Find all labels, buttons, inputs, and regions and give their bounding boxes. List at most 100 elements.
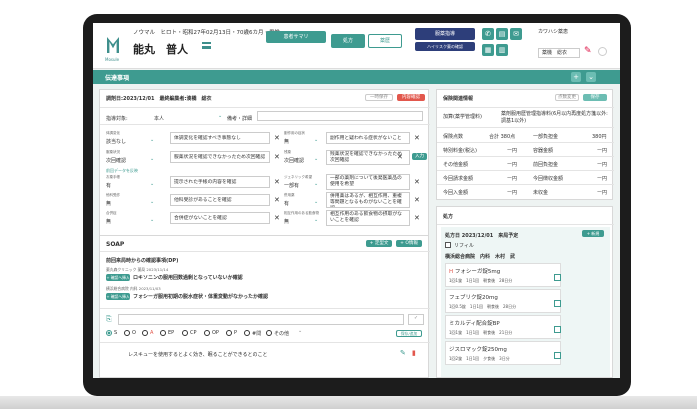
- chevron-down-icon[interactable]: ⌄: [314, 199, 318, 205]
- phone-icon[interactable]: ✆: [482, 28, 494, 40]
- close-icon[interactable]: ✕: [414, 197, 420, 204]
- close-icon[interactable]: ✕: [274, 179, 280, 186]
- close-icon[interactable]: ✕: [274, 154, 280, 161]
- logo-icon: [107, 37, 119, 53]
- document-icon[interactable]: ▦: [482, 44, 494, 56]
- close-icon[interactable]: ✕: [414, 179, 420, 186]
- drug-item[interactable]: ジスロマック錠250mg 1回2錠 1日1回 夕食後 3日分: [445, 341, 561, 365]
- input-button[interactable]: 入力: [412, 153, 427, 160]
- new-button[interactable]: + 新規: [582, 230, 604, 237]
- radio-o[interactable]: [124, 330, 130, 336]
- soap-input[interactable]: [118, 314, 404, 325]
- chevron-down-icon[interactable]: ⌄: [150, 199, 154, 205]
- close-icon[interactable]: ✕: [414, 215, 420, 222]
- food-interaction-text[interactable]: 相互作用のある飲食物の摂取がないことを確認: [326, 210, 410, 226]
- drug-item[interactable]: H フォシーガ錠5mg 1回1錠 1日1回 朝食後 28日分: [445, 263, 561, 287]
- drug-item[interactable]: フェブリク錠20mg 1回0.5錠 1日1回 朝食後 28日分: [445, 289, 561, 313]
- delete-icon[interactable]: ▮: [412, 349, 416, 357]
- adherence-text[interactable]: 服薬状況を確認できなかったため次回確認: [170, 151, 270, 163]
- change-points-button[interactable]: 点数変更: [555, 94, 579, 101]
- refill-label: リフィル: [454, 243, 474, 249]
- add-notice-button[interactable]: +: [571, 72, 581, 82]
- tab-prescription[interactable]: 処方: [331, 34, 365, 48]
- pin-icon[interactable]: ✎: [584, 46, 592, 56]
- radio-other[interactable]: [266, 330, 272, 336]
- prev-data-link[interactable]: 前回データを反映: [106, 168, 138, 174]
- close-icon[interactable]: ✕: [397, 154, 403, 161]
- user-avatar[interactable]: [598, 47, 607, 56]
- chevron-down-icon[interactable]: ⌄: [314, 156, 318, 162]
- record-confirm-button[interactable]: 内容確認: [397, 94, 425, 101]
- notice-title: 伝達事項: [105, 75, 130, 82]
- adherence-select[interactable]: 次回確認: [106, 157, 126, 164]
- chevron-down-icon[interactable]: ⌄: [314, 217, 318, 223]
- chevron-down-icon[interactable]: ⌄: [586, 72, 596, 82]
- register-button[interactable]: 保存/追加: [396, 330, 422, 337]
- staff-select[interactable]: 薬機 総衣: [538, 48, 580, 58]
- close-icon[interactable]: ✕: [274, 215, 280, 222]
- calendar-icon[interactable]: [554, 300, 561, 307]
- close-icon[interactable]: ✕: [274, 197, 280, 204]
- calendar-icon[interactable]: [554, 326, 561, 333]
- radio-ep[interactable]: [160, 330, 166, 336]
- note-icon[interactable]: ⎘: [106, 315, 112, 324]
- guidance-button[interactable]: 服薬指導: [415, 28, 475, 40]
- chevron-down-icon[interactable]: ⌄: [314, 181, 318, 187]
- chevron-down-icon[interactable]: ⌄: [298, 328, 302, 334]
- temp-save-button[interactable]: 一時保存: [365, 94, 393, 101]
- leftover-select[interactable]: 次回確認: [284, 157, 304, 164]
- insert-button[interactable]: + 確認へ挿入: [106, 293, 130, 300]
- complication-select[interactable]: 無: [106, 218, 111, 225]
- insert-button[interactable]: + 確認へ挿入: [106, 274, 130, 281]
- print-icon[interactable]: ▤: [496, 28, 508, 40]
- o-info-button[interactable]: + O情報: [396, 240, 422, 247]
- container-fee-value: ー円: [597, 148, 608, 154]
- refill-checkbox[interactable]: [445, 242, 451, 248]
- radio-a[interactable]: [142, 330, 148, 336]
- condition-select[interactable]: 該当なし: [106, 138, 126, 145]
- complication-text[interactable]: 合併症がないことを確認: [170, 212, 270, 224]
- chevron-down-icon[interactable]: ⌄: [150, 137, 154, 143]
- side-effect-select[interactable]: 無: [284, 138, 289, 145]
- chevron-down-icon[interactable]: ⌄: [218, 113, 222, 119]
- chevron-down-icon[interactable]: ⌄: [150, 156, 154, 162]
- save-button[interactable]: 保存: [583, 94, 607, 101]
- chevron-down-icon[interactable]: ⌄: [150, 217, 154, 223]
- condition-text[interactable]: 体調変化を確認すべき事態なし: [170, 132, 270, 144]
- chevron-down-icon[interactable]: ⌄: [314, 137, 318, 143]
- tab-history[interactable]: 薬歴: [368, 34, 402, 48]
- remarks-field[interactable]: [257, 111, 423, 121]
- radio-op[interactable]: [204, 330, 210, 336]
- chevron-down-icon[interactable]: ⌄: [150, 181, 154, 187]
- list-icon[interactable]: [202, 42, 211, 49]
- other-dept-select[interactable]: 無: [106, 200, 111, 207]
- side-effect-text[interactable]: 副作用と疑われる症状がないことを確認: [326, 132, 410, 144]
- other-dept-text[interactable]: 他科受診があることを確認: [170, 194, 270, 206]
- other-dept-label: 他科受診: [106, 193, 120, 197]
- high-risk-button[interactable]: ハイリスク薬の確認: [415, 42, 475, 51]
- generic-select[interactable]: 一部有: [284, 182, 299, 189]
- close-icon[interactable]: ✕: [414, 135, 420, 142]
- calendar-icon[interactable]: [554, 352, 561, 359]
- patient-summary-button[interactable]: 患者サマリ: [266, 31, 326, 43]
- generic-text[interactable]: 一部の薬剤について後発医薬品の使用を希望: [326, 174, 410, 190]
- food-interaction-select[interactable]: 無: [284, 218, 289, 225]
- guidance-target-select[interactable]: 本人: [154, 115, 164, 122]
- notebook-select[interactable]: 有: [106, 182, 111, 189]
- concomitant-text[interactable]: 併用薬はあるが、相互作用、重複等問題となるものがないことを確認: [326, 192, 410, 208]
- concomitant-select[interactable]: 有: [284, 200, 289, 207]
- clipboard-icon[interactable]: ▥: [496, 44, 508, 56]
- patient-info: ノウマル ヒロト・昭和27年02月13日・70歳6カ月・男性: [133, 30, 280, 36]
- radio-s[interactable]: [106, 330, 112, 336]
- template-button[interactable]: + 定型文: [366, 240, 392, 247]
- calendar-icon[interactable]: [554, 274, 561, 281]
- radio-question[interactable]: [244, 330, 250, 336]
- radio-p[interactable]: [226, 330, 232, 336]
- check-icon[interactable]: ✓: [408, 314, 424, 325]
- notebook-text[interactable]: 提示された手帳の内容を確認: [170, 176, 270, 188]
- mail-icon[interactable]: ✉: [510, 28, 522, 40]
- radio-cp[interactable]: [182, 330, 188, 336]
- drug-item[interactable]: ミカルディ配合錠BP 1回1錠 1日1回 朝食後 21日分: [445, 315, 561, 339]
- edit-icon[interactable]: ✎: [400, 349, 406, 357]
- close-icon[interactable]: ✕: [274, 135, 280, 142]
